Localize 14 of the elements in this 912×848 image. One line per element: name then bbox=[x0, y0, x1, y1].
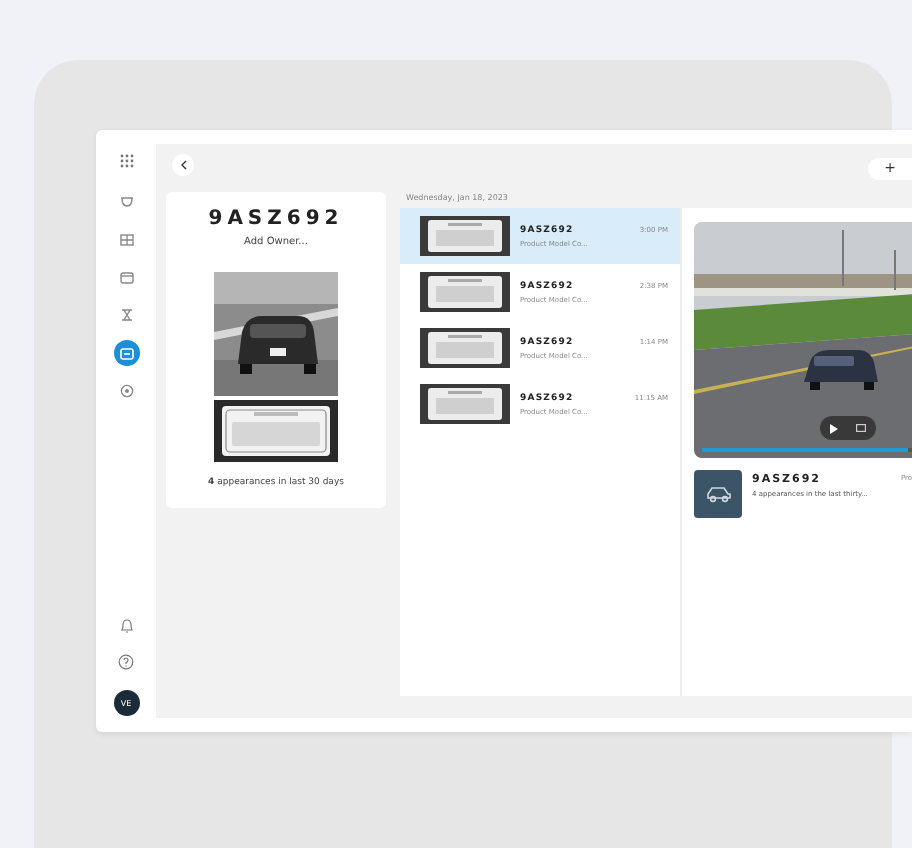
back-button[interactable] bbox=[172, 154, 194, 176]
card-nav-button[interactable] bbox=[113, 340, 139, 366]
play-icon[interactable] bbox=[829, 423, 838, 433]
hourglass-icon bbox=[119, 308, 133, 322]
grid-icon bbox=[119, 233, 133, 245]
car-icon bbox=[705, 485, 731, 503]
help-icon[interactable] bbox=[118, 654, 134, 670]
bell-icon[interactable] bbox=[119, 618, 133, 634]
fullscreen-icon[interactable] bbox=[856, 424, 867, 432]
chevron-left-icon bbox=[179, 160, 187, 170]
plate-number: 9ASZ692 bbox=[208, 208, 344, 230]
card-icon bbox=[119, 347, 133, 359]
app-grid-icon[interactable] bbox=[119, 154, 133, 168]
inbox-icon bbox=[119, 271, 133, 283]
